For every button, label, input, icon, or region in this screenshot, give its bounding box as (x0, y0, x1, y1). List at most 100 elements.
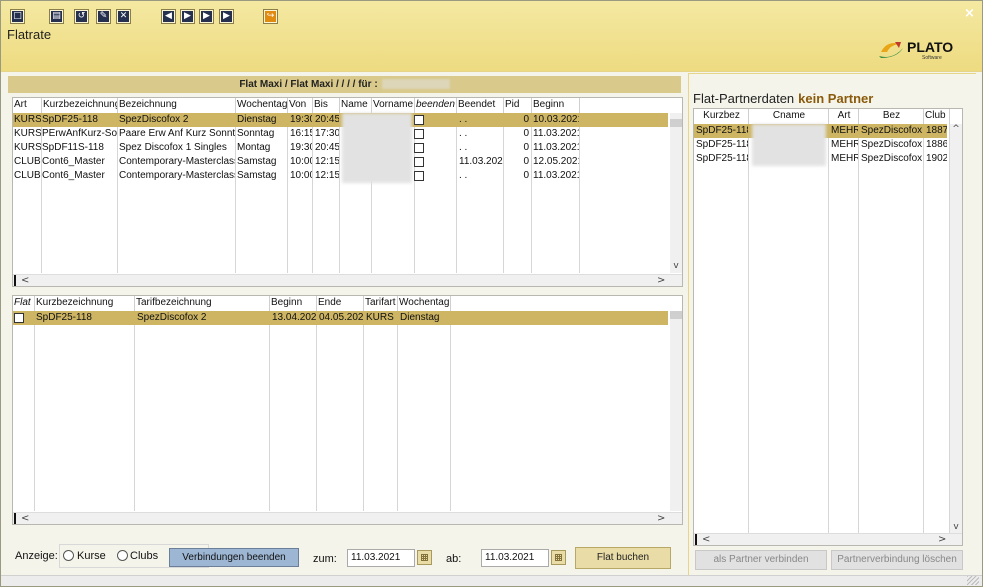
col-bez[interactable]: Bez (859, 109, 924, 124)
cell-pid: 0 (523, 128, 529, 139)
beenden-checkbox[interactable] (414, 157, 424, 167)
cell-kurz: PErwAnfKurz-So (42, 128, 117, 139)
vertical-scrollbar[interactable]: ^ v (950, 124, 962, 534)
col-ende[interactable]: Ende (317, 296, 364, 311)
scroll-down-icon[interactable]: v (670, 261, 682, 271)
col-tarifbezeichnung[interactable]: Tarifbezeichnung (135, 296, 270, 311)
col-bezeichnung[interactable]: Bezeichnung (118, 98, 236, 113)
book-flat-button[interactable]: Flat buchen (575, 547, 671, 569)
horizontal-scrollbar[interactable]: < > (694, 533, 962, 545)
table-row[interactable]: KURS SpDF25-118 SpezDiscofox 2 Dienstag … (13, 113, 668, 127)
table-row[interactable]: KURS SpDF11S-118 Spez Discofox 1 Singles… (13, 141, 668, 155)
zum-calendar-icon[interactable] (417, 550, 432, 565)
col-kurzbezeichnung[interactable]: Kurzbezeichnung (35, 296, 135, 311)
scroll-thumb[interactable] (670, 119, 682, 127)
col-art[interactable]: Art (829, 109, 859, 124)
col-cname[interactable]: Cname (749, 109, 829, 124)
cell-tag: Sonntag (237, 128, 275, 139)
prev-record-icon[interactable]: ▶ (180, 9, 195, 24)
col-club[interactable]: Club (924, 109, 950, 124)
col-kurzbez[interactable]: Kurzbez (694, 109, 749, 124)
scroll-thumb[interactable] (695, 534, 697, 545)
delete-partner-button[interactable]: Partnerverbindung löschen (831, 550, 963, 570)
col-flat[interactable]: Flat (13, 296, 35, 311)
horizontal-scrollbar[interactable]: < > (13, 274, 682, 286)
end-connections-button[interactable]: Verbindungen beenden (169, 548, 299, 567)
col-art[interactable]: Art (13, 98, 42, 113)
cell-kurz: SpDF25-118 (36, 312, 92, 323)
vertical-scrollbar[interactable]: v (670, 113, 682, 273)
col-von[interactable]: Von (288, 98, 313, 113)
cell-kurz: Cont6_Master (42, 170, 105, 181)
beenden-checkbox[interactable] (414, 115, 424, 125)
exit-icon[interactable]: ↪ (263, 9, 278, 24)
first-record-icon[interactable]: ◀ (161, 9, 176, 24)
beenden-checkbox[interactable] (414, 129, 424, 139)
scroll-thumb[interactable] (14, 513, 16, 524)
cell-tag: Samstag (237, 156, 277, 167)
col-wochentag[interactable]: Wochentag (236, 98, 288, 113)
cell-bis: 12:15 (315, 170, 339, 181)
beenden-checkbox[interactable] (414, 143, 424, 153)
scroll-up-icon[interactable]: ^ (950, 124, 962, 134)
table-row[interactable]: SpDF25-118 SpezDiscofox 2 13.04.2021 04.… (13, 311, 668, 325)
cell-bez: Contemporary-Masterclass (119, 156, 235, 167)
col-bis[interactable]: Bis (313, 98, 340, 113)
tariff-grid[interactable]: Flat Kurzbezeichnung Tarifbezeichnung Be… (12, 295, 683, 525)
scroll-right-icon[interactable]: > (657, 513, 665, 524)
col-pid[interactable]: Pid (504, 98, 532, 113)
close-icon[interactable]: × (964, 6, 975, 21)
scroll-thumb[interactable] (670, 311, 682, 319)
scroll-left-icon[interactable]: < (21, 275, 29, 286)
cell-tag: Dienstag (237, 114, 277, 125)
scroll-right-icon[interactable]: > (938, 534, 946, 545)
col-kurzbezeichnung[interactable]: Kurzbezeichnung (42, 98, 118, 113)
table-row[interactable]: CLUB Cont6_Master Contemporary-Mastercla… (13, 155, 668, 169)
flat-checkbox[interactable] (14, 313, 24, 323)
cell-beendet: . . (459, 142, 468, 153)
col-wochentag[interactable]: Wochentag (398, 296, 451, 311)
vertical-scrollbar[interactable] (670, 311, 682, 511)
horizontal-scrollbar[interactable]: < > (13, 512, 682, 524)
new-icon[interactable]: □ (10, 9, 25, 24)
resize-grip[interactable] (967, 576, 979, 585)
cell-kurz: SpDF25-118 (42, 114, 98, 125)
col-beginn[interactable]: Beginn (270, 296, 317, 311)
ab-date-field[interactable]: 11.03.2021 (481, 549, 549, 567)
cell-bez: Contemporary-Masterclass (119, 170, 235, 181)
col-beenden[interactable]: beenden (415, 98, 457, 113)
radio-clubs[interactable] (117, 550, 128, 561)
col-vorname[interactable]: Vorname (372, 98, 415, 113)
col-beendet[interactable]: Beendet (457, 98, 504, 113)
cell-beginn: 12.05.2021 (533, 156, 579, 167)
logo-subtext: Software (922, 55, 942, 61)
table-row[interactable]: KURS PErwAnfKurz-So Paare Erw Anf Kurz S… (13, 127, 668, 141)
col-tarifart[interactable]: Tarifart (364, 296, 398, 311)
save-icon[interactable]: ▤ (49, 9, 64, 24)
scroll-right-icon[interactable]: > (657, 275, 665, 286)
edit-icon[interactable]: ✎ (96, 9, 111, 24)
cell-beginn: 13.04.2021 (272, 312, 316, 323)
scroll-left-icon[interactable]: < (21, 513, 29, 524)
course-grid[interactable]: Art Kurzbezeichnung Bezeichnung Wochenta… (12, 97, 683, 287)
col-beginn[interactable]: Beginn (532, 98, 580, 113)
delete-icon[interactable]: ✕ (116, 9, 131, 24)
undo-icon[interactable]: ↺ (74, 9, 89, 24)
connect-partner-button[interactable]: als Partner verbinden (695, 550, 827, 570)
scroll-down-icon[interactable]: v (950, 522, 962, 532)
zum-date-field[interactable]: 11.03.2021 (347, 549, 415, 567)
last-record-icon[interactable]: ▶ (219, 9, 234, 24)
cell-art: MEHR (831, 139, 858, 150)
beenden-checkbox[interactable] (414, 171, 424, 181)
scroll-left-icon[interactable]: < (702, 534, 710, 545)
partner-grid[interactable]: Kurzbez Cname Art Bez Club SpDF25-118 ME… (693, 108, 963, 546)
scroll-thumb[interactable] (14, 275, 16, 286)
radio-kurse[interactable] (63, 550, 74, 561)
table-row[interactable]: CLUB Cont6_Master Contemporary-Mastercla… (13, 169, 668, 183)
cell-art: CLUB (14, 156, 41, 167)
cell-tag: Samstag (237, 170, 277, 181)
cell-pid: 0 (523, 142, 529, 153)
col-name[interactable]: Name (340, 98, 372, 113)
next-record-icon[interactable]: ▶ (199, 9, 214, 24)
ab-calendar-icon[interactable] (551, 550, 566, 565)
